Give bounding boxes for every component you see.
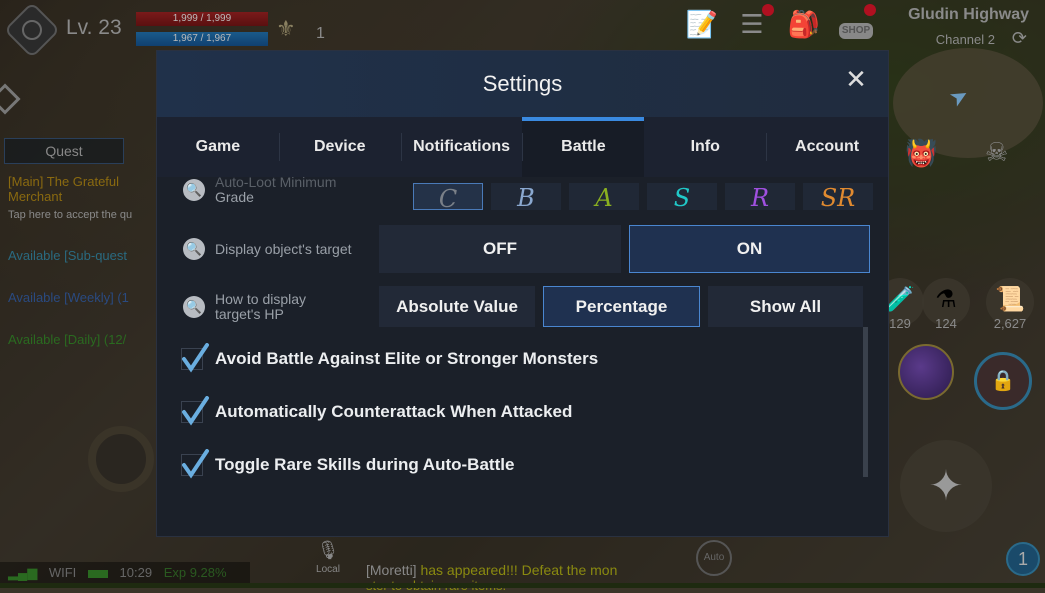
help-magnifier-icon[interactable]: 🔍 [183, 179, 205, 201]
hp-bar: 1,999 / 1,999 [136, 12, 268, 26]
locked-skill-slot[interactable]: 🔒 [974, 352, 1032, 410]
hp-display-absolute[interactable]: Absolute Value [379, 286, 535, 327]
voice-chat-button[interactable]: 🎙 Local [308, 540, 348, 584]
voice-channel-label: Local [316, 564, 340, 575]
attack-button[interactable]: ✦ [900, 440, 992, 532]
auto-battle-button[interactable]: Auto [696, 540, 732, 576]
chat-message: [Moretti] has appeared!!! Defeat the mon [366, 562, 618, 578]
checkbox-checked[interactable] [181, 396, 209, 426]
tab-info[interactable]: Info [644, 117, 766, 177]
mp-bar: 1,967 / 1,967 [136, 32, 268, 46]
display-target-toggle: OFF ON [379, 225, 870, 273]
tab-account[interactable]: Account [766, 117, 888, 177]
display-target-off[interactable]: OFF [379, 225, 621, 273]
exp-value: Exp 9.28% [163, 565, 227, 580]
help-magnifier-icon[interactable]: 🔍 [183, 238, 205, 260]
hp-display-show-all[interactable]: Show All [708, 286, 863, 327]
grade-option-s[interactable]: S [647, 183, 717, 210]
avoid-elite-checkbox[interactable]: Avoid Battle Against Elite or Stronger M… [181, 343, 598, 373]
skill-button[interactable] [898, 344, 954, 400]
loot-grade-label: 🔍 Auto-Loot Minimum Grade [183, 177, 336, 205]
settings-tabs: Game Device Notifications Battle Info Ac… [157, 117, 888, 177]
loot-grade-selector: C B A S R SR [413, 183, 873, 210]
grade-option-r[interactable]: R [725, 183, 795, 210]
checkbox-checked[interactable] [181, 343, 209, 373]
checkbox-checked[interactable] [181, 449, 209, 479]
quest-daily[interactable]: Available [Daily] (12/ [8, 332, 126, 347]
dialog-title: Settings [482, 71, 563, 96]
display-target-on[interactable]: ON [629, 225, 870, 273]
signal-icon: ▂▄▆ [8, 565, 38, 580]
rank-count: 1 [316, 25, 325, 42]
dialog-header: Settings ✕ [157, 51, 888, 117]
grade-option-b[interactable]: B [491, 183, 561, 210]
tab-notifications[interactable]: Notifications [400, 117, 523, 177]
rank-icon[interactable]: ⚜ [276, 16, 306, 42]
channel-label[interactable]: Channel 2 [936, 32, 995, 47]
battle-settings-content: 🔍 Auto-Loot Minimum Grade C B A S R SR 🔍 … [157, 177, 888, 538]
inventory-bag-icon[interactable]: 🎒 [784, 6, 824, 42]
notification-dot [864, 4, 876, 16]
scrollbar[interactable] [863, 327, 868, 477]
hp-display-label: 🔍 How to display target's HP [183, 292, 306, 322]
quest-weekly[interactable]: Available [Weekly] (1 [8, 290, 129, 305]
grade-option-sr[interactable]: SR [803, 183, 873, 210]
party-badge[interactable]: 1 [1006, 542, 1040, 576]
settings-dialog: Settings ✕ Game Device Notifications Bat… [156, 50, 889, 537]
movement-joystick[interactable] [88, 426, 154, 492]
player-level: Lv. 23 [66, 16, 122, 39]
bull-skull-icon: ☠ [985, 137, 1009, 167]
notification-dot [762, 4, 774, 16]
quest-tab[interactable]: Quest [4, 138, 124, 164]
battery-icon [87, 569, 108, 578]
quest-log-icon[interactable]: 📝 [682, 6, 722, 42]
display-target-label: 🔍 Display object's target [183, 238, 352, 260]
quest-main-hint[interactable]: Tap here to accept the qu [8, 209, 132, 221]
grade-option-c[interactable]: C [413, 183, 483, 210]
hp-display-selector: Absolute Value Percentage Show All [379, 286, 863, 327]
rare-skills-checkbox[interactable]: Toggle Rare Skills during Auto-Battle [181, 449, 514, 479]
mp-potion-count: 124 [935, 316, 957, 331]
scroll-count: 2,627 [993, 316, 1027, 331]
network-label: WIFI [48, 565, 77, 580]
exp-bar [0, 583, 1045, 588]
status-bar: ▂▄▆ WIFI 10:29 Exp 9.28% [0, 562, 250, 584]
lock-icon: 🔒 [990, 370, 1016, 392]
refresh-channel-icon[interactable]: ⟳ [1012, 28, 1027, 49]
quest-main[interactable]: [Main] The Grateful Merchant [8, 174, 158, 204]
quest-sub[interactable]: Available [Sub-quest [8, 248, 127, 263]
tab-game[interactable]: Game [157, 117, 279, 177]
auto-counterattack-checkbox[interactable]: Automatically Counterattack When Attacke… [181, 396, 572, 426]
help-magnifier-icon[interactable]: 🔍 [183, 296, 205, 318]
close-button[interactable]: ✕ [842, 65, 870, 93]
demon-boss-icon: 👹 [905, 138, 938, 168]
tab-device[interactable]: Device [278, 117, 401, 177]
zone-name: Gludin Highway [908, 6, 1029, 23]
tab-battle[interactable]: Battle [522, 117, 645, 177]
clock: 10:29 [119, 565, 153, 580]
hp-display-percentage[interactable]: Percentage [543, 286, 700, 327]
grade-option-a[interactable]: A [569, 183, 639, 210]
